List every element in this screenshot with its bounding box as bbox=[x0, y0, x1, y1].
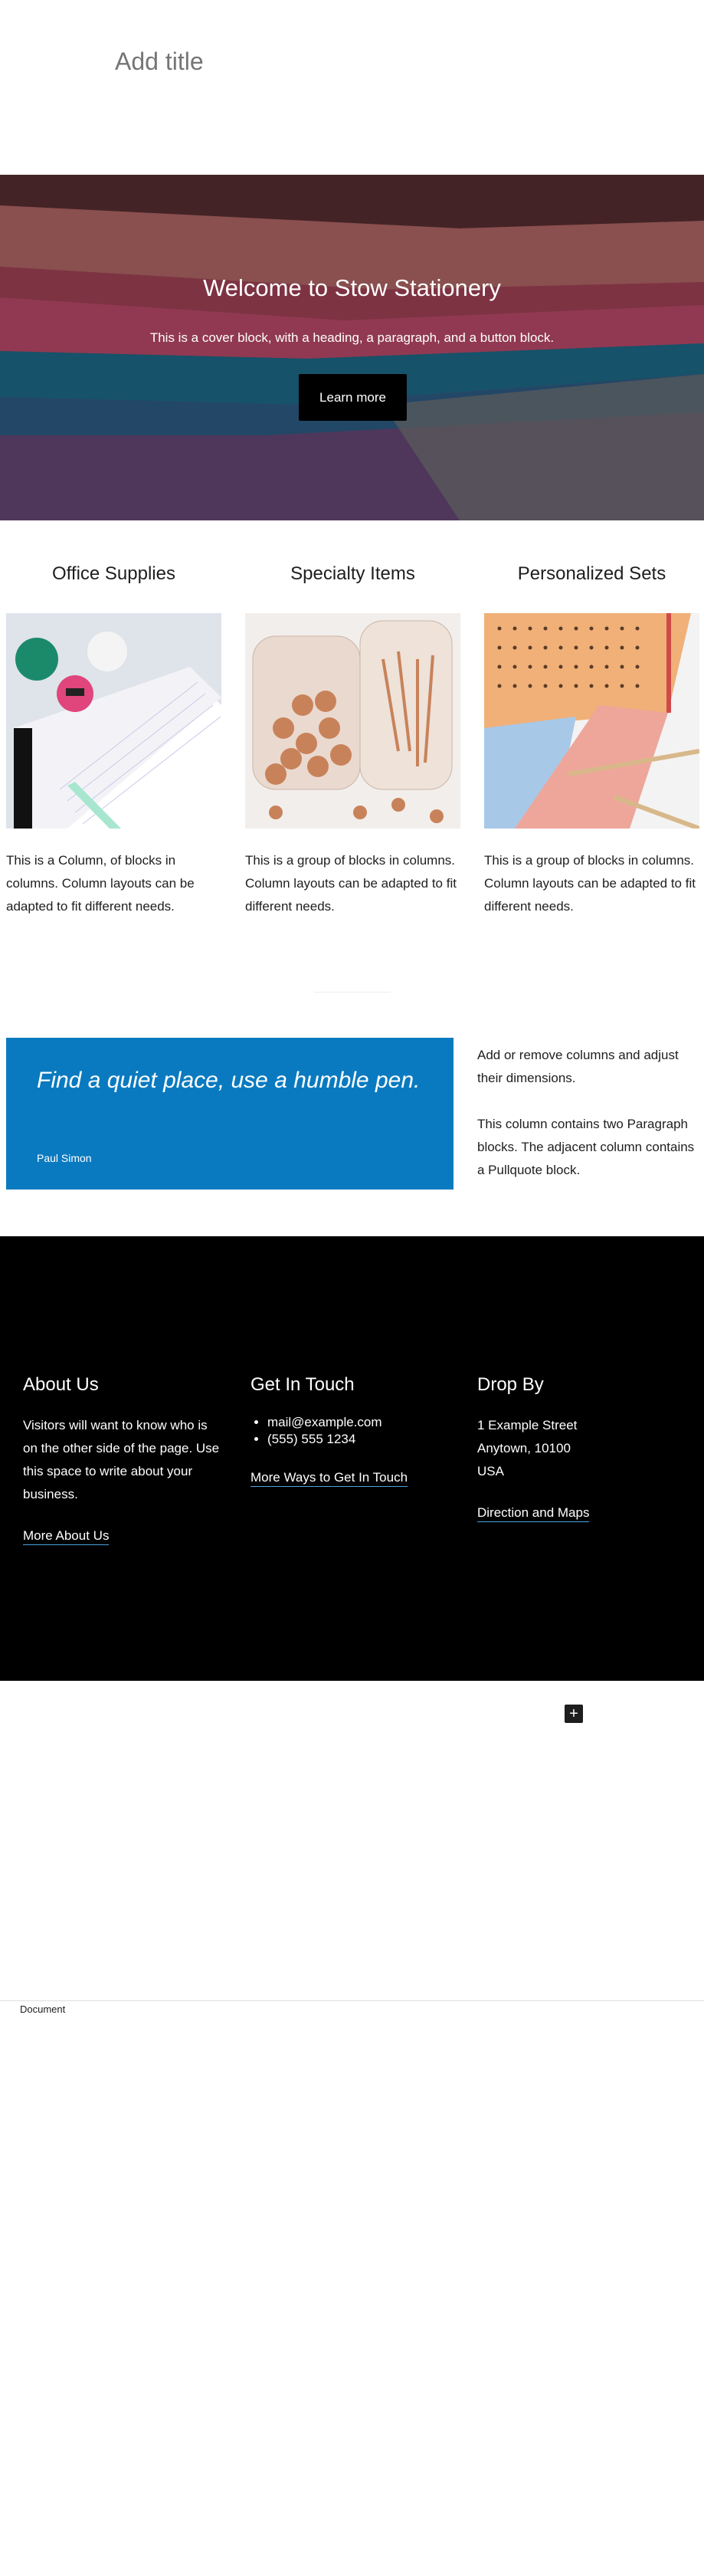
location-heading[interactable]: Drop By bbox=[477, 1374, 676, 1396]
side-column: Add or remove columns and adjust their d… bbox=[477, 1044, 699, 1205]
contact-list: mail@example.com (555) 555 1234 bbox=[250, 1414, 450, 1448]
column-paragraph[interactable]: This is a group of blocks in columns. Co… bbox=[484, 849, 699, 918]
column-specialty-items: Specialty Items This is a group of block… bbox=[245, 563, 460, 914]
contact-phone[interactable]: (555) 555 1234 bbox=[267, 1431, 450, 1448]
cover-paragraph[interactable]: This is a cover block, with a heading, a… bbox=[0, 330, 704, 346]
footer-section: About Us Visitors will want to know who … bbox=[0, 1236, 704, 1681]
cover-background-image bbox=[0, 175, 704, 520]
column-personalized-sets: Personalized Sets This is a group of blo… bbox=[484, 563, 699, 914]
column-paragraph[interactable]: This is a group of blocks in columns. Co… bbox=[245, 849, 460, 918]
office-supplies-image[interactable] bbox=[6, 613, 221, 829]
pullquote-block[interactable]: Find a quiet place, use a humble pen. Pa… bbox=[6, 1038, 454, 1190]
more-ways-link[interactable]: More Ways to Get In Touch bbox=[250, 1469, 408, 1487]
column-heading[interactable]: Personalized Sets bbox=[484, 563, 699, 594]
plus-icon[interactable]: + bbox=[565, 1705, 583, 1723]
pullquote-citation[interactable]: Paul Simon bbox=[37, 1152, 92, 1164]
about-text[interactable]: Visitors will want to know who is on the… bbox=[23, 1414, 222, 1506]
footer-contact-column: Get In Touch mail@example.com (555) 555 … bbox=[250, 1374, 450, 1487]
learn-more-button[interactable]: Learn more bbox=[299, 374, 407, 421]
column-paragraph[interactable]: This is a Column, of blocks in columns. … bbox=[6, 849, 221, 918]
personalized-sets-image[interactable] bbox=[484, 613, 699, 829]
address[interactable]: 1 Example Street Anytown, 10100 USA bbox=[477, 1414, 676, 1483]
cover-heading[interactable]: Welcome to Stow Stationery bbox=[0, 274, 704, 302]
breadcrumb-document[interactable]: Document bbox=[20, 2003, 65, 2015]
address-line: Anytown, 10100 bbox=[477, 1441, 571, 1455]
directions-link[interactable]: Direction and Maps bbox=[477, 1505, 590, 1522]
column-heading[interactable]: Specialty Items bbox=[245, 563, 460, 594]
post-title-placeholder[interactable]: Add title bbox=[115, 48, 204, 76]
block-breadcrumb-bar: Document bbox=[0, 2000, 704, 2018]
side-paragraph-2[interactable]: This column contains two Paragraph block… bbox=[477, 1113, 699, 1182]
pullquote-text[interactable]: Find a quiet place, use a humble pen. bbox=[37, 1065, 427, 1096]
side-paragraph-1[interactable]: Add or remove columns and adjust their d… bbox=[477, 1044, 699, 1090]
contact-email[interactable]: mail@example.com bbox=[267, 1414, 450, 1431]
column-heading[interactable]: Office Supplies bbox=[6, 563, 221, 594]
specialty-items-image[interactable] bbox=[245, 613, 460, 829]
footer-about-column: About Us Visitors will want to know who … bbox=[23, 1374, 222, 1545]
footer-location-column: Drop By 1 Example Street Anytown, 10100 … bbox=[477, 1374, 676, 1522]
address-line: 1 Example Street bbox=[477, 1418, 578, 1432]
contact-heading[interactable]: Get In Touch bbox=[250, 1374, 450, 1396]
about-heading[interactable]: About Us bbox=[23, 1374, 222, 1396]
more-about-us-link[interactable]: More About Us bbox=[23, 1528, 110, 1545]
cover-block[interactable]: Welcome to Stow Stationery This is a cov… bbox=[0, 175, 704, 520]
address-line: USA bbox=[477, 1464, 504, 1478]
separator bbox=[314, 992, 391, 993]
column-office-supplies: Office Supplies This is a Column, of blo… bbox=[6, 563, 221, 914]
